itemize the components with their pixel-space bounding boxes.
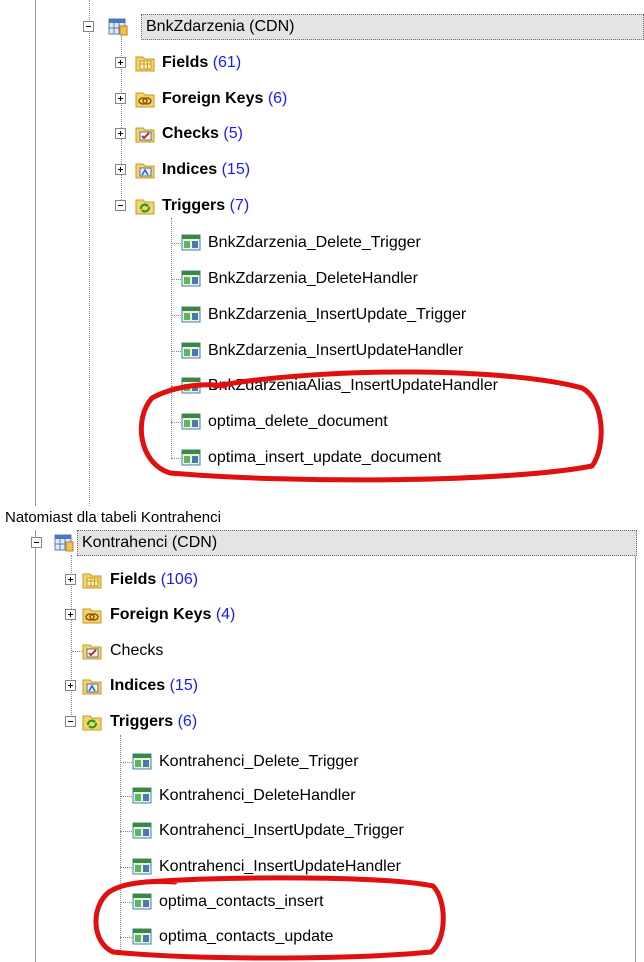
- indices-icon: [135, 163, 155, 179]
- tree-node-checks[interactable]: Checks (5): [110, 121, 430, 147]
- trigger-name: optima_delete_document: [208, 413, 388, 430]
- trigger-icon: [132, 753, 152, 770]
- table-name: Kontrahenci (CDN): [82, 534, 218, 551]
- group-count[interactable]: (61): [213, 54, 241, 71]
- table-icon: [108, 18, 128, 36]
- trigger-icon: [181, 234, 201, 251]
- trigger-name: Kontrahenci_Delete_Trigger: [159, 753, 359, 770]
- expand-toggle[interactable]: [115, 93, 126, 104]
- tree-node-triggers[interactable]: Triggers (6): [60, 709, 380, 735]
- tree-node-indices[interactable]: Indices (15): [110, 157, 430, 183]
- trigger-name: BnkZdarzenia_DeleteHandler: [208, 270, 418, 287]
- group-count[interactable]: (106): [161, 571, 198, 588]
- group-count[interactable]: (4): [216, 606, 236, 623]
- trigger-name: BnkZdarzeniaAlias_InsertUpdateHandler: [208, 377, 498, 394]
- group-count[interactable]: (15): [170, 677, 198, 694]
- trigger-icon: [132, 928, 152, 945]
- indices-icon: [82, 679, 102, 695]
- caption-text: Natomiast dla tabeli Kontrahenci: [5, 509, 221, 526]
- tree-node-indices[interactable]: Indices (15): [60, 673, 380, 699]
- group-label: Foreign Keys: [162, 90, 264, 107]
- tree-node-foreign-keys[interactable]: Foreign Keys (4): [60, 602, 380, 628]
- trigger-icon: [181, 449, 201, 466]
- triggers-folder-icon: [82, 715, 102, 731]
- collapse-toggle[interactable]: [65, 716, 76, 727]
- fields-icon: [82, 573, 102, 589]
- expand-toggle[interactable]: [65, 680, 76, 691]
- expand-toggle[interactable]: [115, 164, 126, 175]
- tree-panel-kontrahenci: Kontrahenci (CDN) Fields (106) Foreign K…: [0, 530, 644, 962]
- trigger-icon: [181, 306, 201, 323]
- group-count[interactable]: (7): [230, 197, 250, 214]
- tree-node-fields[interactable]: Fields (61): [110, 50, 430, 76]
- group-count[interactable]: (6): [268, 90, 288, 107]
- checks-icon: [135, 127, 155, 143]
- trigger-name: Kontrahenci_InsertUpdate_Trigger: [159, 822, 404, 839]
- trigger-name: BnkZdarzenia_InsertUpdate_Trigger: [208, 306, 467, 323]
- expand-toggle[interactable]: [115, 57, 126, 68]
- table-icon: [54, 534, 74, 552]
- group-label: Indices: [162, 161, 218, 178]
- group-label: Fields: [110, 571, 157, 588]
- trigger-name: BnkZdarzenia_InsertUpdateHandler: [208, 342, 464, 359]
- expand-toggle[interactable]: [65, 609, 76, 620]
- trigger-name: optima_insert_update_document: [208, 449, 442, 466]
- trigger-icon: [132, 787, 152, 804]
- collapse-toggle[interactable]: [31, 537, 42, 548]
- trigger-name: Kontrahenci_DeleteHandler: [159, 787, 356, 804]
- trigger-icon: [132, 822, 152, 839]
- tree-node-triggers[interactable]: Triggers (7): [110, 193, 430, 219]
- trigger-icon: [181, 342, 201, 359]
- group-label: Checks: [162, 125, 219, 142]
- expand-toggle[interactable]: [115, 128, 126, 139]
- group-label: Triggers: [162, 197, 226, 214]
- foreign-key-icon: [82, 608, 102, 624]
- group-label: Triggers: [110, 713, 174, 730]
- collapse-toggle[interactable]: [115, 200, 126, 211]
- expand-toggle[interactable]: [65, 574, 76, 585]
- group-count[interactable]: (15): [222, 161, 250, 178]
- triggers-folder-icon: [135, 199, 155, 215]
- tree-node-checks[interactable]: Checks: [60, 638, 380, 664]
- trigger-icon: [132, 893, 152, 910]
- trigger-name: Kontrahenci_InsertUpdateHandler: [159, 858, 401, 875]
- group-label: Indices: [110, 677, 166, 694]
- tree-node-foreign-keys[interactable]: Foreign Keys (6): [110, 86, 430, 112]
- foreign-key-icon: [135, 92, 155, 108]
- trigger-name: optima_contacts_update: [159, 928, 334, 945]
- trigger-icon: [181, 270, 201, 287]
- table-name: BnkZdarzenia (CDN): [146, 18, 295, 35]
- trigger-name: optima_contacts_insert: [159, 893, 324, 910]
- group-label: Fields: [162, 54, 209, 71]
- checks-icon: [82, 644, 102, 660]
- trigger-icon: [181, 413, 201, 430]
- trigger-name: BnkZdarzenia_Delete_Trigger: [208, 234, 421, 251]
- group-label: Checks: [110, 642, 164, 659]
- tree-panel-bnkzdarzenia: BnkZdarzenia (CDN) Fields (61) Foreign K…: [0, 0, 644, 506]
- fields-icon: [135, 56, 155, 72]
- tree-node-fields[interactable]: Fields (106): [60, 567, 380, 593]
- group-label: Foreign Keys: [110, 606, 212, 623]
- group-count[interactable]: (5): [223, 125, 243, 142]
- trigger-icon: [181, 377, 201, 394]
- collapse-toggle[interactable]: [83, 21, 94, 32]
- group-count[interactable]: (6): [178, 713, 198, 730]
- trigger-icon: [132, 858, 152, 875]
